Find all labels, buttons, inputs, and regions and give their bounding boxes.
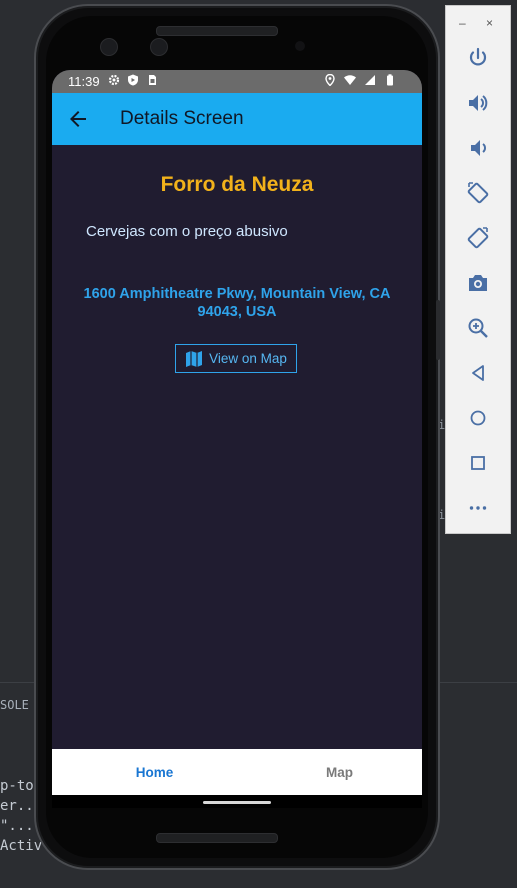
volume-up-button[interactable] <box>466 91 490 115</box>
front-sensor-icon <box>150 38 168 56</box>
place-address: 1600 Amphitheatre Pkwy, Mountain View, C… <box>78 285 396 321</box>
sim-icon <box>149 75 156 85</box>
map-icon <box>186 350 203 367</box>
console-tab-label[interactable]: SOLE <box>0 698 29 712</box>
page-title: Details Screen <box>120 108 244 129</box>
zoom-button[interactable] <box>466 316 490 340</box>
wifi-icon <box>344 75 356 85</box>
nav-item-map[interactable]: Map <box>257 749 422 795</box>
back-button[interactable] <box>466 361 490 385</box>
phone-screen: 11:39 Details Screen Forro da Neuza Cerv… <box>52 70 422 808</box>
bottom-navigation: Home Map <box>52 749 422 795</box>
zoom-icon <box>468 318 488 338</box>
bottom-speaker <box>156 833 278 843</box>
camera-icon <box>469 275 487 291</box>
earpiece-speaker <box>156 26 278 36</box>
address-line-2: 94043, USA <box>197 304 277 320</box>
home-icon <box>470 410 486 426</box>
volume-down-button[interactable] <box>466 136 490 160</box>
rotate-left-icon <box>467 182 489 204</box>
console-line: p-to <box>0 778 34 794</box>
signal-icon <box>365 75 375 85</box>
nav-map-label: Map <box>326 764 353 780</box>
place-description: Cervejas com o preço abusivo <box>86 223 288 240</box>
gesture-home-bar[interactable] <box>203 801 271 804</box>
more-button[interactable] <box>466 496 490 520</box>
volume-down-icon <box>471 140 486 156</box>
phone-side-button <box>436 300 440 360</box>
rotate-right-button[interactable] <box>466 226 490 250</box>
rotate-left-button[interactable] <box>466 181 490 205</box>
console-line: "... <box>0 818 34 834</box>
rotate-right-icon <box>467 227 489 249</box>
power-button[interactable] <box>466 46 490 70</box>
view-on-map-button[interactable]: View on Map <box>175 344 297 373</box>
battery-icon <box>387 74 393 86</box>
front-camera-icon <box>100 38 118 56</box>
nav-home-label: Home <box>135 764 174 780</box>
back-icon <box>472 365 484 381</box>
address-line-1: 1600 Amphitheatre Pkwy, Mountain View, C… <box>83 286 391 302</box>
console-line: er.. <box>0 798 34 814</box>
emulator-toolbar: – × <box>445 5 511 534</box>
overview-button[interactable] <box>466 451 490 475</box>
screenshot-button[interactable] <box>466 271 490 295</box>
gear-icon <box>108 74 120 86</box>
console-line: Activ <box>0 838 43 854</box>
nav-item-home[interactable]: Home <box>52 749 257 795</box>
proximity-sensor <box>295 41 305 51</box>
overview-icon <box>471 456 485 470</box>
volume-up-icon <box>469 95 488 111</box>
location-icon <box>325 74 335 86</box>
home-button[interactable] <box>466 406 490 430</box>
status-bar: 11:39 <box>52 70 422 93</box>
more-icon <box>469 506 487 510</box>
power-icon <box>469 47 487 66</box>
place-title: Forro da Neuza <box>160 173 314 196</box>
shield-icon <box>128 74 138 86</box>
minimize-button[interactable]: – <box>459 16 466 30</box>
arrow-back-icon[interactable] <box>66 107 90 131</box>
status-time: 11:39 <box>68 74 100 89</box>
app-bar: Details Screen <box>52 93 422 145</box>
view-on-map-label: View on Map <box>209 351 287 366</box>
close-button[interactable]: × <box>486 16 493 30</box>
